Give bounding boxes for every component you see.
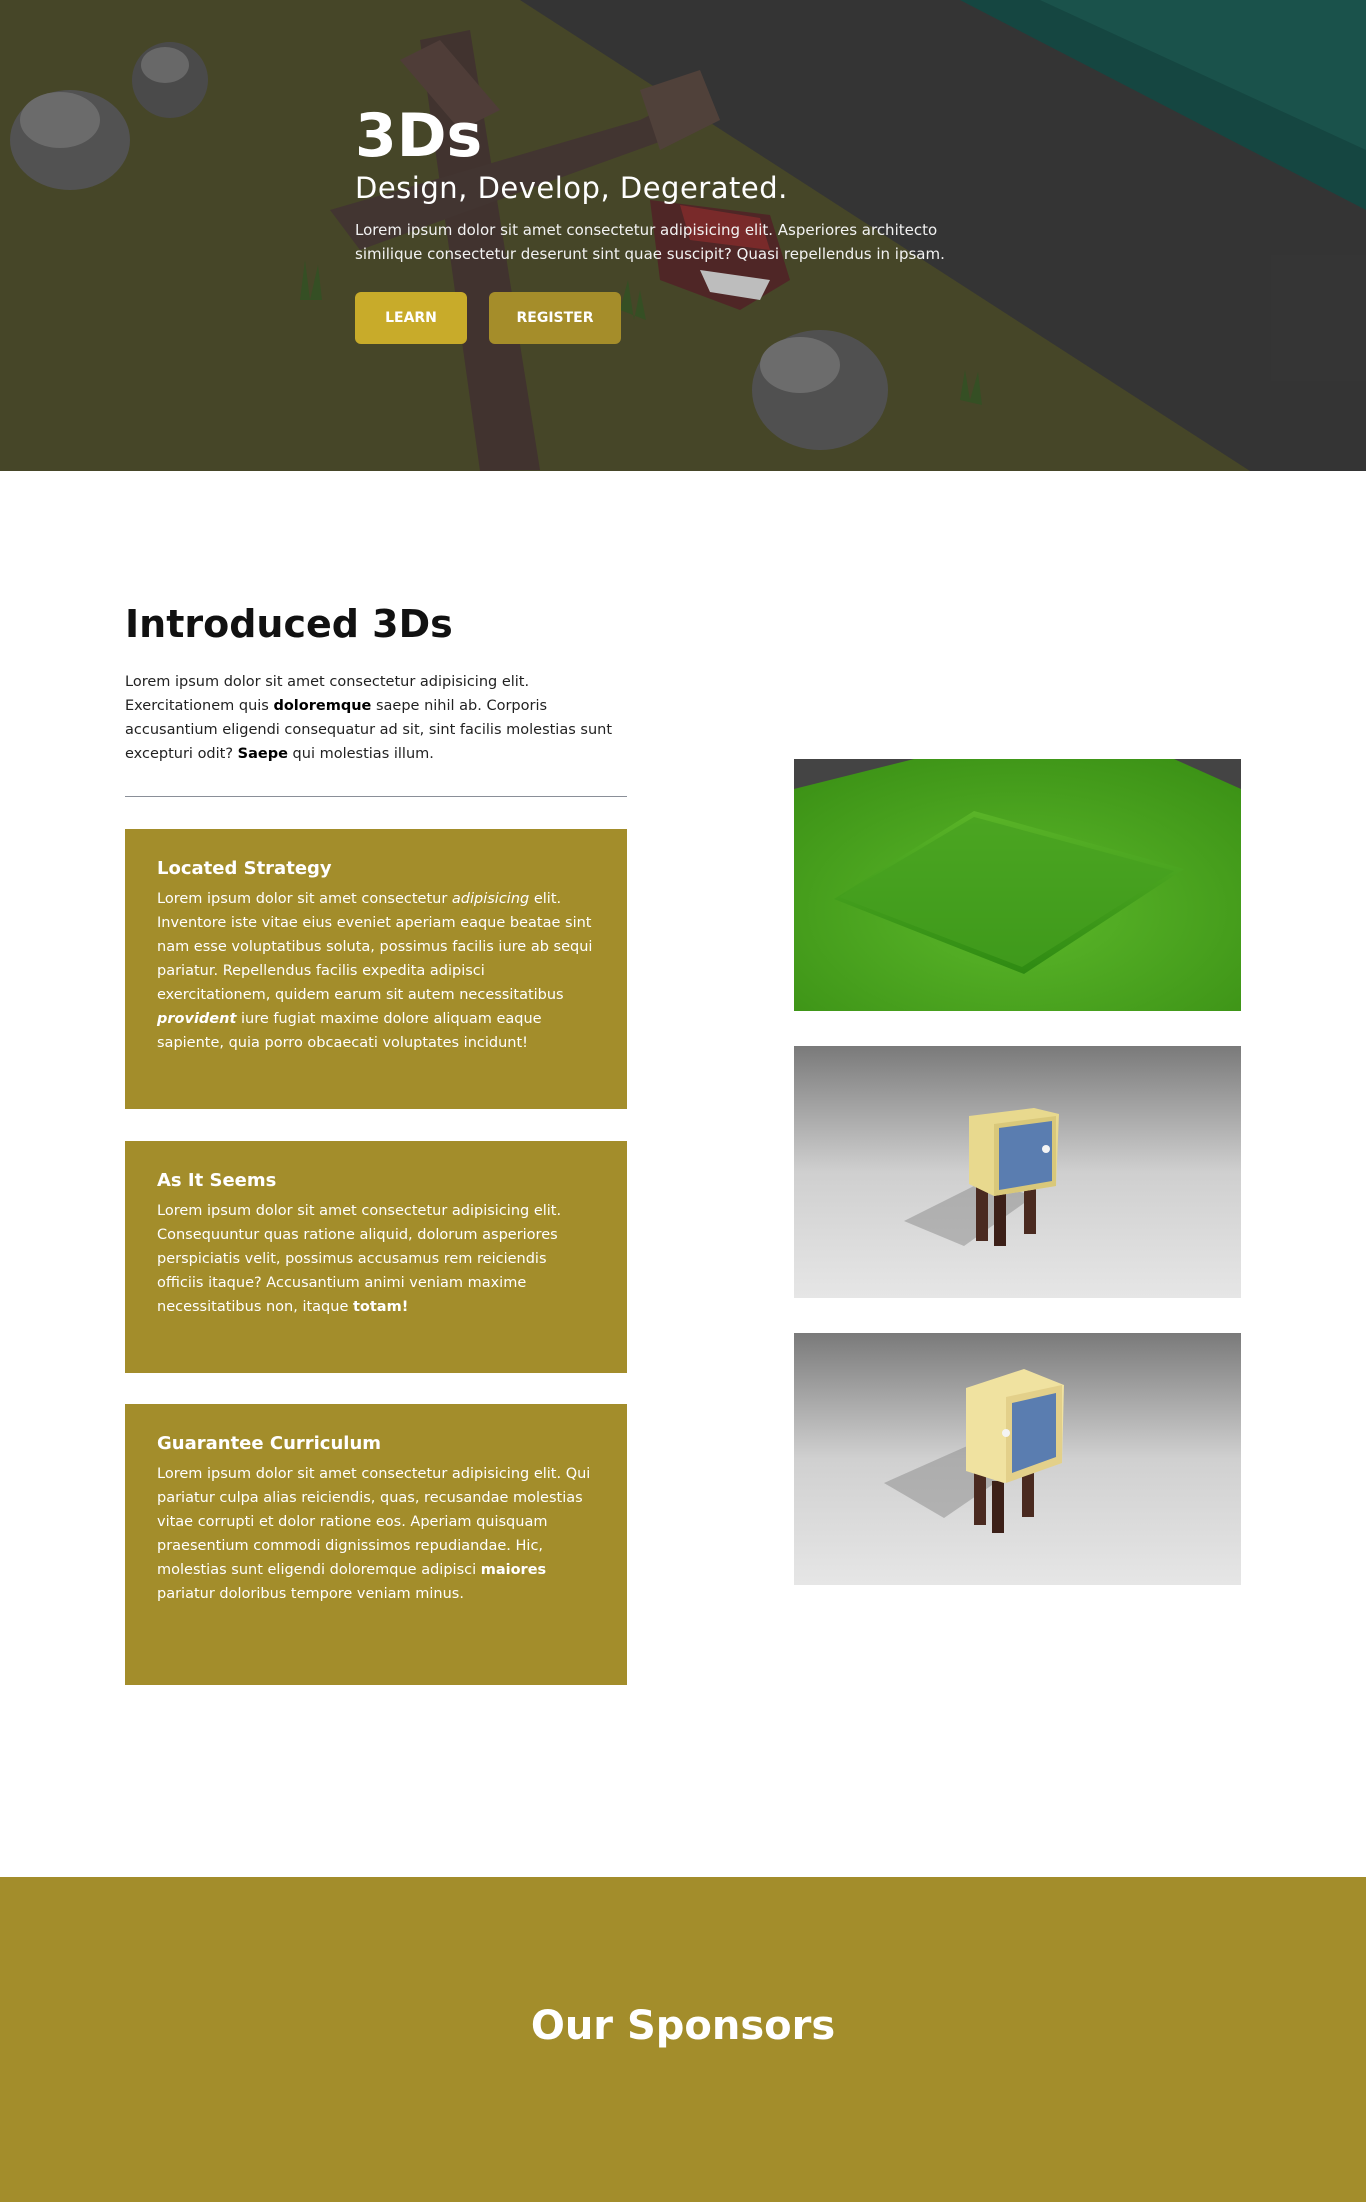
feature-card-as-it-seems: As It Seems Lorem ipsum dolor sit amet c… <box>125 1141 627 1373</box>
intro-divider <box>125 796 627 797</box>
card-text-italic: adipisicing <box>451 891 530 907</box>
card-title: Located Strategy <box>157 858 332 879</box>
hero-section: 3Ds Design, Develop, Degerated. Lorem ip… <box>0 0 1366 471</box>
register-button[interactable]: REGISTER <box>489 292 621 344</box>
card-title: As It Seems <box>157 1170 277 1191</box>
card-text-bold-italic: provident <box>157 1011 237 1027</box>
sponsors-section: Our Sponsors <box>0 1877 1366 2202</box>
hero-buttons: LEARN REGISTER <box>355 292 975 344</box>
cabinet-render-blue-image <box>794 1046 1241 1298</box>
feature-card-guarantee-curriculum: Guarantee Curriculum Lorem ipsum dolor s… <box>125 1404 627 1685</box>
hero-description: Lorem ipsum dolor sit amet consectetur a… <box>355 221 945 263</box>
feature-card-located-strategy: Located Strategy Lorem ipsum dolor sit a… <box>125 829 627 1109</box>
intro-text-bold: Saepe <box>237 746 288 762</box>
hero-subtitle: Design, Develop, Degerated. <box>355 171 788 205</box>
learn-button[interactable]: LEARN <box>355 292 467 344</box>
card-text-part: pariatur doloribus tempore veniam minus. <box>157 1586 464 1602</box>
grass-render-image <box>794 759 1241 1011</box>
intro-text-part: qui molestias illum. <box>287 746 434 762</box>
card-text-part: elit. Inventore iste vitae eius eveniet … <box>157 891 593 1003</box>
intro-text-bold: doloremque <box>273 698 372 714</box>
cabinet-render-yellow-image <box>794 1333 1241 1585</box>
card-text: Lorem ipsum dolor sit amet consectetur a… <box>157 887 595 1055</box>
card-text-bold: totam! <box>352 1299 409 1315</box>
hero-content: 3Ds Design, Develop, Degerated. Lorem ip… <box>355 100 975 344</box>
card-text-bold: maiores <box>480 1562 547 1578</box>
card-text: Lorem ipsum dolor sit amet consectetur a… <box>157 1199 595 1319</box>
intro-section: Introduced 3Ds Lorem ipsum dolor sit ame… <box>125 600 627 797</box>
sponsors-title: Our Sponsors <box>530 2003 836 2049</box>
intro-title: Introduced 3Ds <box>125 602 453 646</box>
card-text: Lorem ipsum dolor sit amet consectetur a… <box>157 1462 595 1606</box>
card-title: Guarantee Curriculum <box>157 1433 382 1454</box>
intro-text: Lorem ipsum dolor sit amet consectetur a… <box>125 670 627 766</box>
card-text-part: Lorem ipsum dolor sit amet consectetur <box>157 891 452 907</box>
hero-title: 3Ds <box>355 101 483 171</box>
